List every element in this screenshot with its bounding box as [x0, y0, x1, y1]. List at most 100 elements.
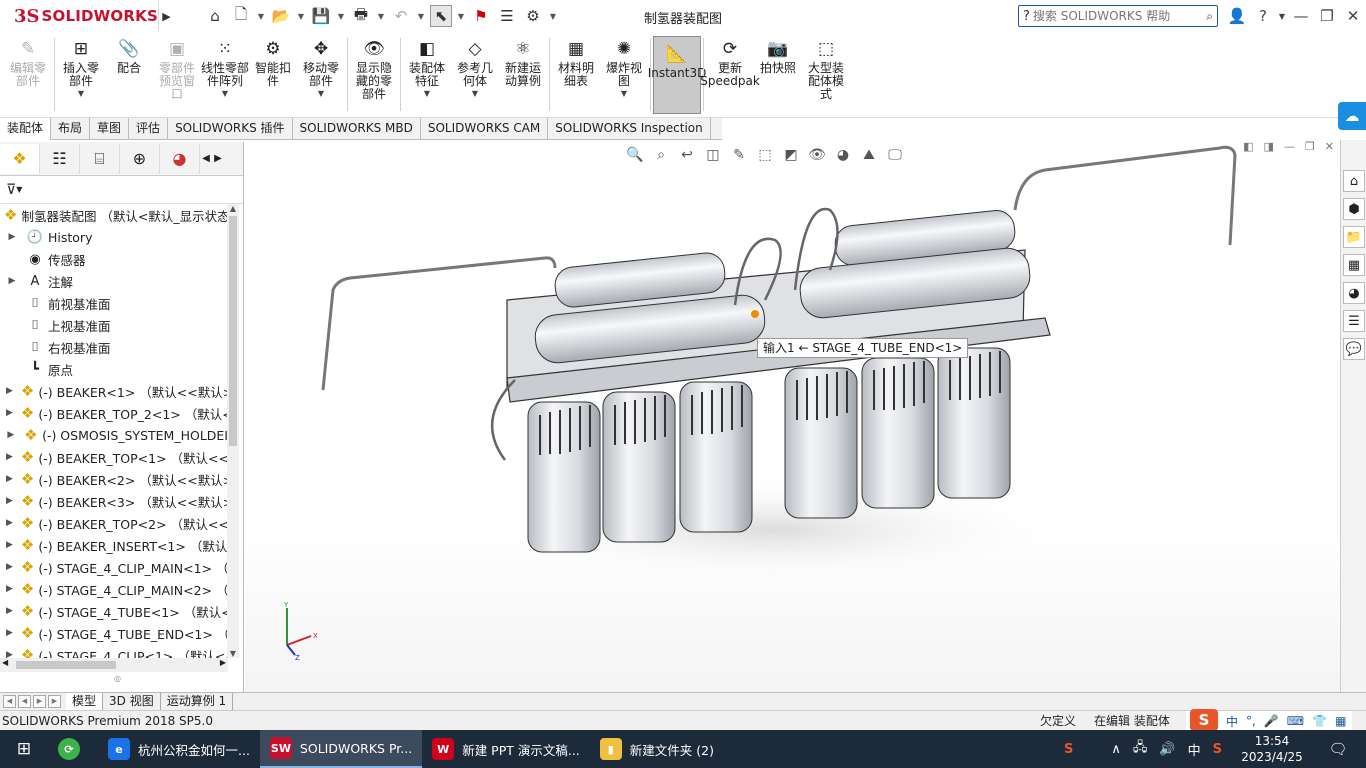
sogou-ime-logo[interactable]: S [1190, 709, 1218, 731]
expand-arrow-icon[interactable]: ▶ [6, 584, 13, 594]
save-icon[interactable]: 💾 [310, 5, 332, 27]
rebuild-icon[interactable]: ⚑ [470, 5, 492, 27]
command-tab[interactable]: SOLIDWORKS MBD [293, 118, 421, 140]
volume-icon[interactable]: 🔊 [1159, 742, 1175, 757]
scroll-down-icon[interactable]: ▼ [227, 649, 239, 658]
expand-arrow-icon[interactable]: ▶ [6, 496, 13, 506]
file-properties-icon[interactable]: ☰ [496, 5, 518, 27]
ime-skin-icon[interactable]: 👕 [1312, 714, 1327, 728]
expand-arrow-icon[interactable]: ▶ [6, 452, 13, 462]
tree-item[interactable]: ┗ 原点 [0, 358, 228, 380]
move-component-button[interactable]: ✥ 移动零 部件 ▼ [297, 32, 345, 114]
tree-item[interactable]: ▶ ❖ (-) BEAKER<1> （默认<<默认>_ [0, 380, 228, 402]
solidworks-logo[interactable]: 3S SOLIDWORKS [0, 0, 158, 32]
close-icon[interactable]: ✕ [1340, 7, 1366, 25]
tree-item[interactable]: ◉ 传感器 [0, 248, 228, 270]
forum-icon[interactable]: 💬 [1343, 338, 1365, 360]
tree-item[interactable]: ⌷ 右视基准面 [0, 336, 228, 358]
model-tab[interactable]: 3D 视图 [103, 692, 161, 711]
model-tab[interactable]: 运动算例 1 [161, 692, 234, 711]
expand-arrow-icon[interactable]: ▶ [6, 276, 18, 286]
save-dropdown-icon[interactable]: ▼ [336, 12, 346, 21]
command-tab[interactable]: SOLIDWORKS Inspection [548, 118, 711, 140]
tree-root-assembly[interactable]: ❖ 制氢器装配图 （默认<默认_显示状态- [0, 204, 228, 226]
select-dropdown-icon[interactable]: ▼ [456, 12, 466, 21]
bill-of-materials-button[interactable]: ▦ 材料明 细表 [552, 32, 600, 114]
ime-chinese-mode[interactable]: 中 [1226, 713, 1238, 730]
print-icon[interactable]: 🖶 [350, 5, 372, 27]
ime-tools-icon[interactable]: ▦ [1335, 714, 1346, 728]
open-icon[interactable]: 📂 [270, 5, 292, 27]
new-document-icon[interactable]: 🗋 [230, 5, 252, 27]
cloud-services-icon[interactable]: ☁ [1338, 102, 1366, 130]
custom-properties-icon[interactable]: ☰ [1343, 310, 1365, 332]
hscroll-thumb[interactable] [16, 661, 116, 669]
taskbar-ime-indicator[interactable]: 中 [1188, 740, 1201, 759]
reference-geometry-button[interactable]: ◇ 参考几 何体 ▼ [451, 32, 499, 114]
undo-dropdown-icon[interactable]: ▼ [416, 12, 426, 21]
tabs-scroll-left-icon[interactable]: ◀ [200, 153, 212, 164]
minimize-icon[interactable]: — [1288, 7, 1314, 25]
move-component-dropdown-icon[interactable]: ▼ [318, 89, 324, 98]
next-tab-icon[interactable]: ▶ [33, 695, 46, 708]
first-tab-icon[interactable]: ◀ [3, 695, 16, 708]
taskbar-window-button[interactable]: ▮ 新建文件夹 (2) [590, 730, 724, 768]
command-tab[interactable]: SOLIDWORKS 插件 [168, 118, 293, 140]
expand-arrow-icon[interactable]: ▶ [6, 606, 13, 616]
undo-icon[interactable]: ↶ [390, 5, 412, 27]
notification-center-icon[interactable]: 🗨 [1318, 730, 1358, 768]
new-motion-study-button[interactable]: ⚛ 新建运 动算例 [499, 32, 547, 114]
ime-punctuation[interactable]: °, [1246, 714, 1256, 728]
open-dropdown-icon[interactable]: ▼ [296, 12, 306, 21]
expand-arrow-icon[interactable]: ▶ [6, 628, 13, 638]
command-tab[interactable]: SOLIDWORKS CAM [421, 118, 549, 140]
expand-arrow-icon[interactable]: ▶ [6, 650, 13, 658]
configuration-manager-tab-icon[interactable]: ⌸ [80, 143, 120, 174]
scroll-right-icon[interactable]: ▶ [220, 658, 226, 667]
tree-filter-icon[interactable]: ⊽ ▼ [0, 176, 243, 204]
sogou-tray-icon[interactable]: S [1064, 742, 1073, 757]
insert-components-button[interactable]: ⊞ 插入零 部件 ▼ [57, 32, 105, 114]
taskbar-window-button[interactable]: W 新建 PPT 演示文稿... [422, 730, 590, 768]
help-search[interactable]: ? ⌕ [1018, 5, 1218, 27]
tree-item[interactable]: ⌷ 上视基准面 [0, 314, 228, 336]
scroll-up-icon[interactable]: ▲ [227, 204, 239, 213]
dimxpert-tab-icon[interactable]: ⊕ [120, 143, 160, 174]
solidworks-resources-icon[interactable]: ⌂ [1343, 170, 1365, 192]
model-tab[interactable]: 模型 [66, 692, 104, 711]
command-tab[interactable]: 布局 [51, 118, 91, 140]
ime-keyboard-icon[interactable]: ⌨ [1287, 714, 1304, 728]
panel-resize-grip[interactable]: ◎ [114, 674, 121, 683]
tree-horizontal-scrollbar[interactable]: ◀ ▶ [0, 658, 228, 672]
help-dropdown-icon[interactable]: ▼ [1276, 12, 1288, 21]
print-dropdown-icon[interactable]: ▼ [376, 12, 386, 21]
scroll-thumb[interactable] [229, 216, 237, 446]
new-dropdown-icon[interactable]: ▼ [256, 12, 266, 21]
tabs-scroll-right-icon[interactable]: ▶ [212, 153, 224, 164]
linear-pattern-button[interactable]: ⁙ 线性零部 件阵列 ▼ [201, 32, 249, 114]
tree-item[interactable]: ▶ ❖ (-) STAGE_4_CLIP<1> （默认<< [0, 644, 228, 658]
tree-item[interactable]: ⌷ 前视基准面 [0, 292, 228, 314]
exploded-view-button[interactable]: ✺ 爆炸视 图 ▼ [600, 32, 648, 114]
network-icon[interactable]: 🖧 [1133, 738, 1148, 760]
tree-item[interactable]: ▶ ❖ (-) OSMOSIS_SYSTEM_HOLDEI [0, 424, 228, 446]
exploded-view-dropdown-icon[interactable]: ▼ [621, 89, 627, 98]
last-tab-icon[interactable]: ▶ [48, 695, 61, 708]
magnifier-icon[interactable]: ⌕ [1206, 9, 1213, 24]
expand-arrow-icon[interactable]: ▶ [6, 562, 13, 572]
taskbar-window-button[interactable]: SW SOLIDWORKS Pr... [259, 730, 423, 768]
select-cursor-icon[interactable]: ⬉ [430, 5, 452, 27]
show-hidden-icons-icon[interactable]: ∧ [1111, 742, 1121, 757]
assembly-model-render[interactable] [245, 140, 1340, 692]
mate-button[interactable]: 📎 配合 [105, 32, 153, 114]
command-tab[interactable]: 装配体 [0, 118, 52, 140]
taskbar-window-button[interactable]: e 杭州公积金如何一... [98, 730, 260, 768]
view-palette-icon[interactable]: ▦ [1343, 254, 1365, 276]
display-manager-tab-icon[interactable]: ◕ [160, 143, 200, 174]
tree-item[interactable]: ▶ 🕘 History [0, 226, 228, 248]
instant3d-button[interactable]: 📐 Instant3D [648, 36, 706, 114]
system-clock[interactable]: 13:54 2023/4/25 [1238, 730, 1306, 768]
tree-item[interactable]: ▶ ❖ (-) STAGE_4_TUBE<1> （默认<< [0, 600, 228, 622]
menu-expand-icon[interactable]: ▶ [158, 0, 174, 32]
tree-item[interactable]: ▶ ❖ (-) STAGE_4_CLIP_MAIN<1> （默 [0, 556, 228, 578]
